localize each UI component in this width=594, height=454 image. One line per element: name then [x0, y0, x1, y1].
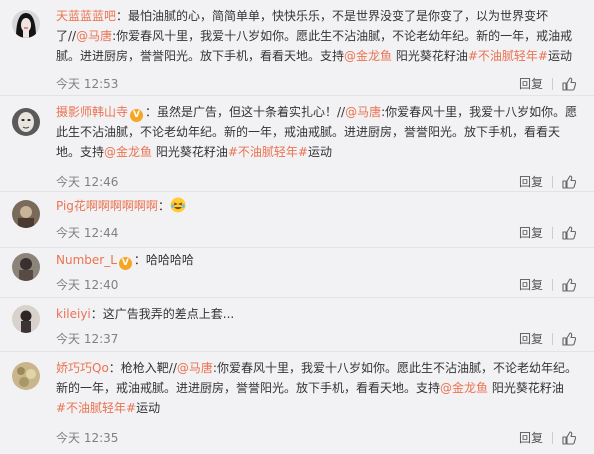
comment-meta: 今天 12:46 回复 — [56, 174, 584, 190]
comment-item: 娇巧巧Qo：枪枪入靶//@马唐:你爱春风十里，我爱十八岁如你。愿此生不沾油腻，不… — [0, 352, 594, 454]
reply-button[interactable]: 回复 — [519, 277, 543, 293]
mention-link[interactable]: @金龙鱼 — [344, 49, 392, 63]
comment-timestamp: 今天 12:40 — [56, 278, 119, 292]
comment-item: kileiyi：这广告我弄的差点上套... 今天 12:37 回复 — [0, 298, 594, 352]
comment-username[interactable]: kileiyi — [56, 307, 91, 321]
reply-button[interactable]: 回复 — [519, 331, 543, 347]
hashtag-link[interactable]: #不油腻轻年# — [228, 145, 308, 159]
comment-item: Number_L V ：哈哈哈哈 今天 12:40 回复 — [0, 248, 594, 298]
comment-meta: 今天 12:40 回复 — [56, 277, 584, 293]
comment-timestamp: 今天 12:53 — [56, 77, 119, 91]
comment-username[interactable]: Number_L — [56, 253, 117, 267]
verified-icon: V — [130, 109, 144, 122]
avatar[interactable] — [12, 200, 40, 228]
thumbs-up-icon[interactable] — [562, 278, 577, 292]
comment-username[interactable]: 娇巧巧Qo — [56, 361, 109, 375]
comment-meta: 今天 12:37 回复 — [56, 331, 584, 347]
avatar[interactable] — [12, 305, 40, 333]
comment-text: Pig花啊啊啊啊啊啊： — [56, 196, 584, 216]
comment-timestamp: 今天 12:35 — [56, 431, 119, 445]
thumbs-up-icon[interactable] — [562, 77, 577, 91]
comment-timestamp: 今天 12:44 — [56, 226, 119, 240]
laugh-cry-emoji — [170, 197, 186, 213]
comment-item: 天蓝蓝蓝吧：最怕油腻的心，简简单单，快快乐乐，不是世界没变了是你变了，以为世界变… — [0, 0, 594, 96]
avatar[interactable] — [12, 362, 40, 390]
reply-button[interactable]: 回复 — [519, 225, 543, 241]
comment-meta: 今天 12:35 回复 — [56, 430, 584, 446]
hashtag-link[interactable]: #不油腻轻年# — [468, 49, 548, 63]
divider — [552, 227, 553, 239]
comment-timestamp: 今天 12:46 — [56, 175, 119, 189]
avatar[interactable] — [12, 108, 40, 136]
thumbs-up-icon[interactable] — [562, 226, 577, 240]
reply-button[interactable]: 回复 — [519, 430, 543, 446]
mention-link[interactable]: @马唐 — [76, 29, 112, 43]
comment-meta: 今天 12:53 回复 — [56, 76, 584, 92]
comment-actions: 回复 — [519, 174, 577, 190]
comment-username[interactable]: 摄影师韩山寺 — [56, 105, 128, 119]
comment-username[interactable]: 天蓝蓝蓝吧 — [56, 9, 116, 23]
reply-button[interactable]: 回复 — [519, 76, 543, 92]
reply-button[interactable]: 回复 — [519, 174, 543, 190]
comment-meta: 今天 12:44 回复 — [56, 225, 584, 241]
verified-icon: V — [118, 257, 132, 270]
comment-timestamp: 今天 12:37 — [56, 332, 119, 346]
mention-link[interactable]: @金龙鱼 — [440, 381, 488, 395]
comment-list: 天蓝蓝蓝吧：最怕油腻的心，简简单单，快快乐乐，不是世界没变了是你变了，以为世界变… — [0, 0, 594, 454]
divider — [552, 176, 553, 188]
divider — [552, 333, 553, 345]
thumbs-up-icon[interactable] — [562, 175, 577, 189]
comment-text: kileiyi：这广告我弄的差点上套... — [56, 307, 235, 321]
thumbs-up-icon[interactable] — [562, 431, 577, 445]
mention-link[interactable]: @马唐 — [345, 105, 381, 119]
mention-link[interactable]: @金龙鱼 — [104, 145, 152, 159]
thumbs-up-icon[interactable] — [562, 332, 577, 346]
comment-username[interactable]: Pig花啊啊啊啊啊啊 — [56, 199, 158, 213]
hashtag-link[interactable]: #不油腻轻年# — [56, 401, 136, 415]
comment-actions: 回复 — [519, 277, 577, 293]
comment-text: 天蓝蓝蓝吧：最怕油腻的心，简简单单，快快乐乐，不是世界没变了是你变了，以为世界变… — [56, 9, 573, 63]
divider — [552, 78, 553, 90]
mention-link[interactable]: @马唐 — [177, 361, 213, 375]
comment-text: 娇巧巧Qo：枪枪入靶//@马唐:你爱春风十里，我爱十八岁如你。愿此生不沾油腻，不… — [56, 361, 577, 415]
divider — [552, 279, 553, 291]
comment-actions: 回复 — [519, 331, 577, 347]
comment-item: Pig花啊啊啊啊啊啊： 今天 12:44 回复 — [0, 192, 594, 248]
comment-actions: 回复 — [519, 76, 577, 92]
comment-actions: 回复 — [519, 225, 577, 241]
divider — [552, 432, 553, 444]
comment-actions: 回复 — [519, 430, 577, 446]
comment-text: 摄影师韩山寺 V ：虽然是广告，但这十条着实扎心！//@马唐:你爱春风十里，我爱十八… — [56, 105, 578, 159]
avatar[interactable] — [12, 253, 40, 281]
avatar[interactable] — [12, 10, 40, 38]
comment-item: 摄影师韩山寺 V ：虽然是广告，但这十条着实扎心！//@马唐:你爱春风十里，我爱十八… — [0, 96, 594, 192]
comment-text: Number_L V ：哈哈哈哈 — [56, 253, 194, 270]
